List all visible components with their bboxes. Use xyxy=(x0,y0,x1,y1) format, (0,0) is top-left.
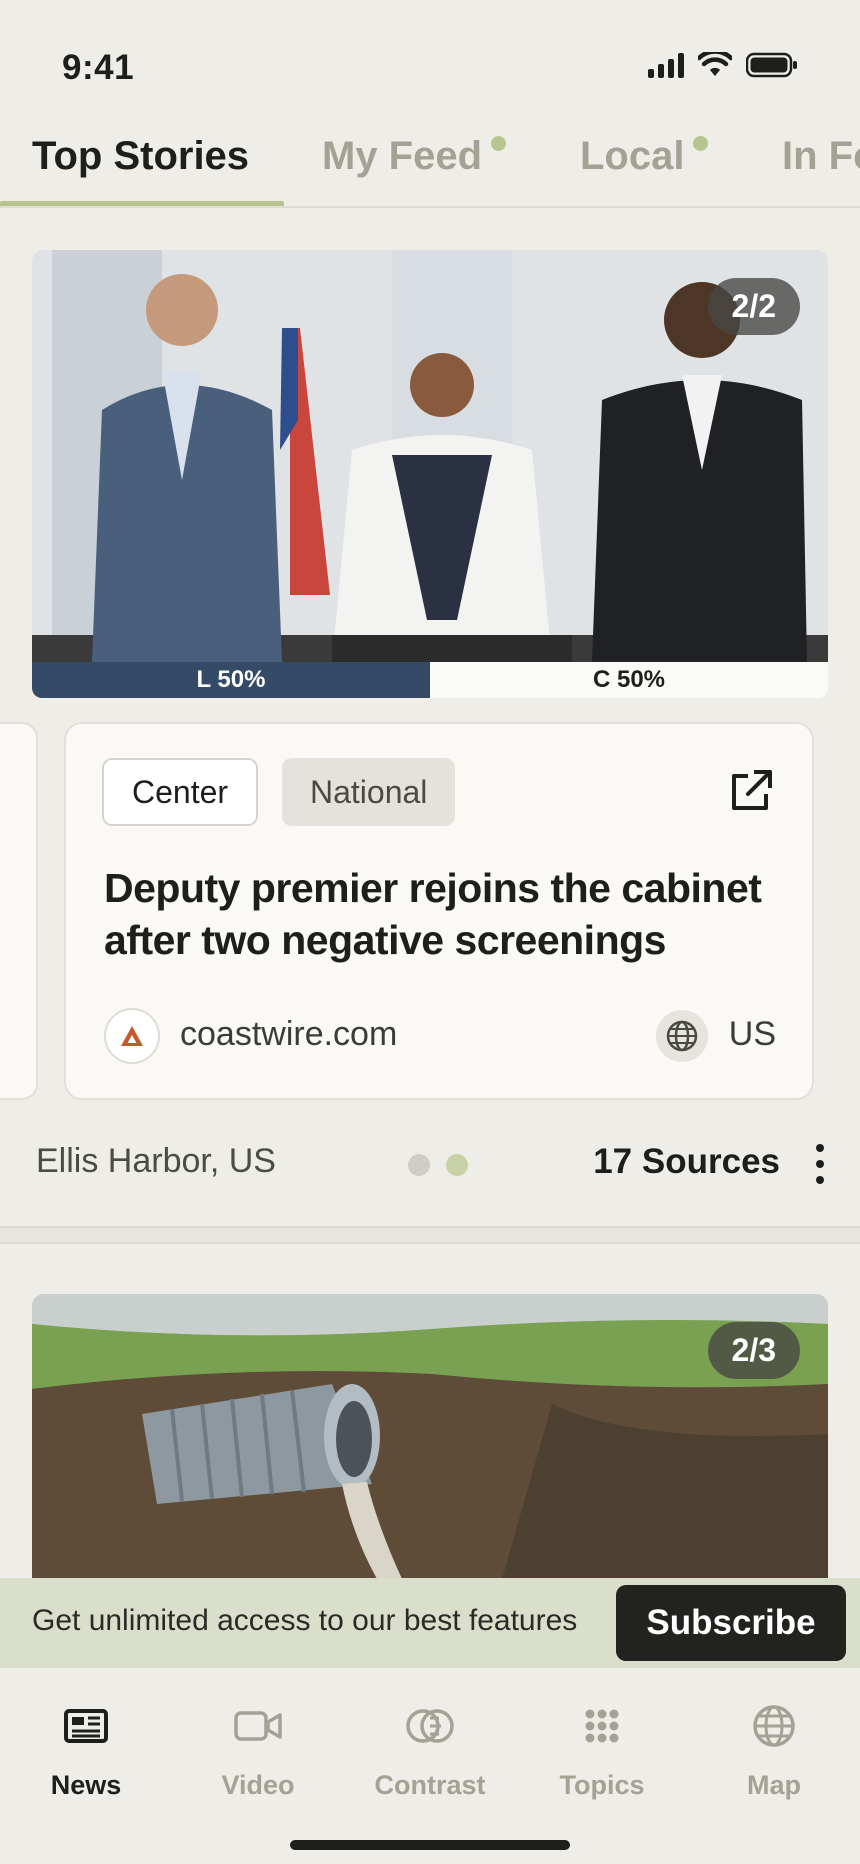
drain-pipe-photo xyxy=(32,1294,828,1579)
tab-label: Local xyxy=(580,134,685,178)
tab-label: Top Stories xyxy=(32,134,250,178)
section-divider xyxy=(0,1226,860,1244)
tab-top-stories[interactable]: Top Stories xyxy=(32,134,249,179)
scope-tag[interactable]: National xyxy=(282,758,456,826)
story-image[interactable]: 2/2 xyxy=(32,250,828,662)
section-tabs: Top Stories My Feed Local In Fo xyxy=(0,120,860,208)
more-options-icon[interactable] xyxy=(812,1142,828,1186)
home-indicator[interactable] xyxy=(290,1840,570,1850)
subscribe-button[interactable]: Subscribe xyxy=(616,1585,846,1661)
tab-my-feed[interactable]: My Feed xyxy=(322,134,507,179)
battery-icon xyxy=(746,52,797,78)
globe-icon xyxy=(656,1010,708,1062)
globe-icon xyxy=(752,1698,796,1754)
nav-news[interactable]: News xyxy=(0,1698,172,1801)
video-camera-icon xyxy=(234,1698,282,1754)
previous-card-peek[interactable] xyxy=(0,722,38,1100)
tab-local[interactable]: Local xyxy=(580,134,709,179)
tab-label: In Fo xyxy=(782,134,860,178)
status-bar: 9:41 xyxy=(0,0,860,120)
nav-label: Map xyxy=(747,1770,801,1800)
image-counter-badge: 2/2 xyxy=(707,278,800,335)
sources-count[interactable]: 17 Sources xyxy=(593,1142,780,1182)
nav-label: Topics xyxy=(559,1770,645,1800)
bias-center-segment: C 50% xyxy=(430,662,828,698)
nav-label: Contrast xyxy=(374,1770,486,1800)
story-meta-row: Ellis Harbor, US 17 Sources xyxy=(0,1130,860,1194)
card-pager xyxy=(408,1154,468,1176)
new-indicator-dot xyxy=(693,136,709,151)
tab-in-focus[interactable]: In Fo xyxy=(782,134,860,179)
source-name[interactable]: coastwire.com xyxy=(180,1015,397,1054)
nav-contrast[interactable]: Contrast xyxy=(344,1698,516,1801)
source-logo xyxy=(104,1008,160,1064)
nav-label: Video xyxy=(221,1770,295,1800)
nav-video[interactable]: Video xyxy=(172,1698,344,1801)
subscribe-banner: Get unlimited access to our best feature… xyxy=(0,1578,860,1668)
bias-left-segment: L 50% xyxy=(32,662,430,698)
nav-map[interactable]: Map xyxy=(688,1698,860,1801)
external-link-icon[interactable] xyxy=(728,768,774,814)
story-card[interactable]: Center National Deputy premier rejoins t… xyxy=(64,722,814,1100)
banner-text: Get unlimited access to our best feature… xyxy=(32,1604,578,1637)
cellular-signal-icon xyxy=(648,52,684,78)
grid-dots-icon xyxy=(585,1698,619,1754)
image-counter-badge: 2/3 xyxy=(707,1322,800,1379)
active-tab-underline xyxy=(0,201,284,206)
wifi-icon xyxy=(698,52,732,76)
bias-distribution-bar: L 50% C 50% xyxy=(32,662,828,698)
nav-label: News xyxy=(50,1770,122,1800)
triangle-logo-icon xyxy=(121,1026,143,1046)
bias-tag[interactable]: Center xyxy=(102,758,259,826)
pager-dot xyxy=(408,1154,430,1176)
story-image[interactable]: 2/3 xyxy=(32,1294,828,1579)
tab-label: My Feed xyxy=(322,134,483,178)
contrast-icon xyxy=(405,1698,455,1754)
source-country: US xyxy=(728,1015,776,1053)
story-headline[interactable]: Deputy premier rejoins the cabinet after… xyxy=(104,862,794,966)
story-location: Ellis Harbor, US xyxy=(36,1142,276,1180)
bottom-navigation: News Video Contrast Topics Map xyxy=(0,1668,860,1864)
pager-dot-active xyxy=(446,1154,468,1176)
nav-topics[interactable]: Topics xyxy=(516,1698,688,1801)
newspaper-icon xyxy=(64,1698,108,1754)
new-indicator-dot xyxy=(491,136,507,151)
status-time: 9:41 xyxy=(62,48,135,87)
status-icons xyxy=(648,52,798,78)
